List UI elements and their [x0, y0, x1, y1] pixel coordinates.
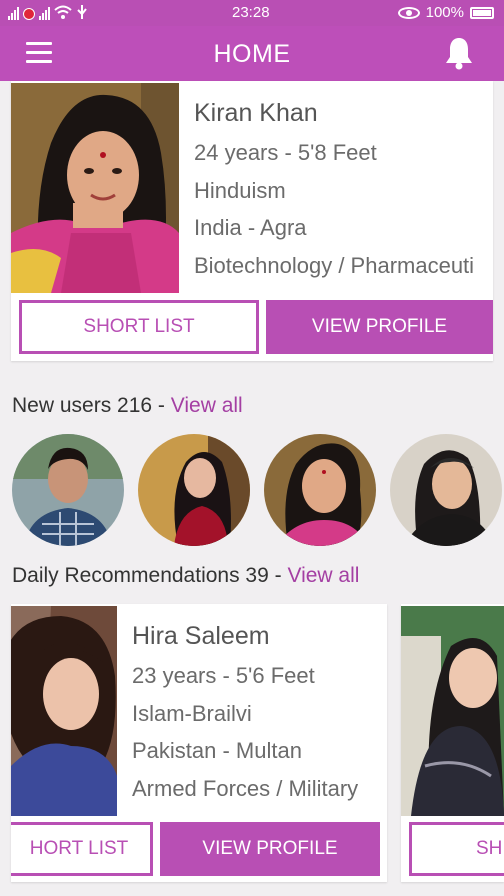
- new-user-avatar[interactable]: [12, 434, 124, 546]
- recommendation-location: Pakistan - Multan: [132, 738, 302, 763]
- profile-photo[interactable]: [11, 83, 179, 293]
- profile-religion: Hinduism: [194, 177, 286, 203]
- signal-icon: [8, 6, 19, 20]
- notification-dot-icon: [23, 8, 35, 20]
- status-icons-right: 100%: [397, 4, 494, 21]
- recommendation-profession: Armed Forces / Military: [132, 775, 359, 801]
- new-user-avatar[interactable]: [138, 434, 250, 546]
- profile-age-height: 24 years - 5'8 Feet: [194, 140, 377, 165]
- usb-icon: [77, 5, 87, 19]
- new-user-avatar[interactable]: [264, 434, 376, 546]
- new-users-count: New users 216 -: [12, 394, 171, 417]
- view-profile-button[interactable]: VIEW PROFILE: [160, 822, 380, 876]
- recommendation-age-height: 23 years - 5'6 Feet: [132, 663, 315, 688]
- daily-recommendations-view-all-link[interactable]: View all: [287, 564, 359, 587]
- new-users-view-all-link[interactable]: View all: [171, 394, 243, 417]
- recommendation-card-next[interactable]: SH: [401, 604, 504, 882]
- recommendation-photo-next[interactable]: [401, 606, 504, 816]
- profile-location: India - Agra: [194, 215, 307, 240]
- status-bar: 23:28 100%: [0, 0, 504, 26]
- recommendation-name: Hira Saleem: [132, 622, 270, 650]
- eye-icon: [397, 6, 420, 19]
- new-users-heading: New users 216 - View all: [12, 394, 243, 418]
- app-bar: HOME: [0, 26, 504, 81]
- profile-profession: Biotechnology / Pharmaceuti: [194, 252, 475, 278]
- profile-name: Kiran Khan: [194, 99, 318, 127]
- battery-percent: 100%: [425, 4, 464, 21]
- short-list-button[interactable]: HORT LIST: [11, 822, 153, 876]
- bell-icon[interactable]: [444, 36, 474, 70]
- daily-recommendations-heading: Daily Recommendations 39 - View all: [12, 564, 359, 588]
- battery-icon: [470, 6, 494, 19]
- view-profile-button[interactable]: VIEW PROFILE: [266, 300, 493, 354]
- status-icons-left: [8, 4, 88, 20]
- recommendation-religion: Islam-Brailvi: [132, 700, 252, 726]
- daily-recommendations-count: Daily Recommendations 39 -: [12, 564, 288, 587]
- wifi-icon: [54, 5, 72, 19]
- signal-icon-2: [39, 6, 50, 20]
- recommendation-photo[interactable]: [11, 606, 117, 816]
- status-time: 23:28: [232, 4, 270, 21]
- short-list-button-next[interactable]: SH: [409, 822, 504, 876]
- recommendation-card[interactable]: Hira Saleem 23 years - 5'6 Feet Islam-Br…: [11, 604, 387, 882]
- new-user-avatar[interactable]: [390, 434, 502, 546]
- short-list-button[interactable]: SHORT LIST: [19, 300, 259, 354]
- page-title: HOME: [213, 40, 291, 68]
- profile-card[interactable]: Kiran Khan 24 years - 5'8 Feet Hinduism …: [11, 81, 493, 361]
